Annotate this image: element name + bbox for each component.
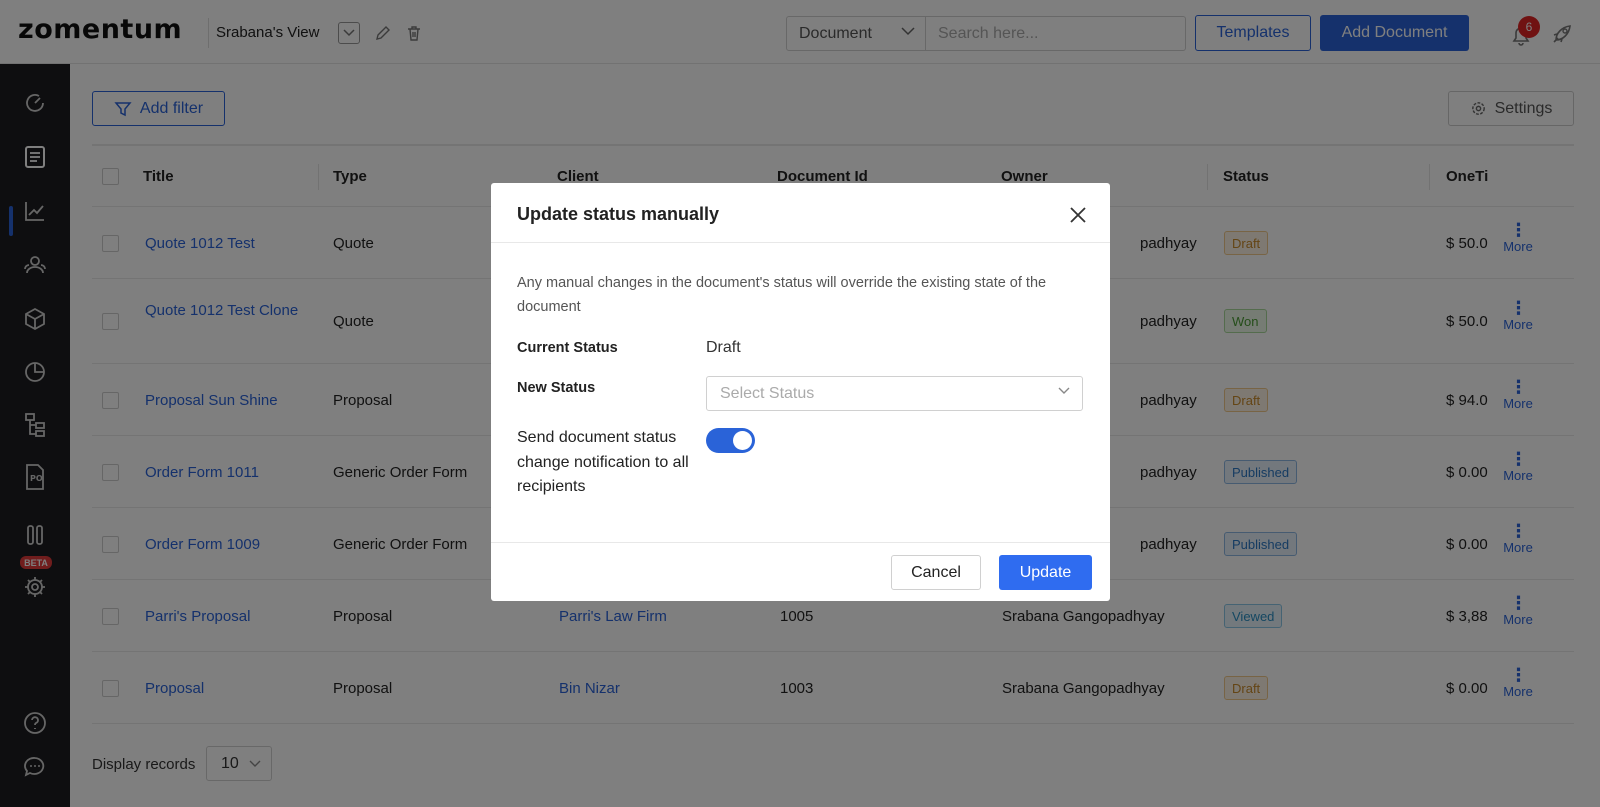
current-status-label: Current Status: [517, 340, 618, 356]
new-status-placeholder: Select Status: [720, 385, 815, 402]
current-status-value: Draft: [706, 339, 741, 356]
new-status-select[interactable]: Select Status: [706, 376, 1083, 411]
new-status-label: New Status: [517, 380, 596, 396]
chevron-down-icon: [1058, 387, 1070, 394]
close-icon[interactable]: [1068, 205, 1088, 225]
update-button[interactable]: Update: [999, 555, 1092, 590]
notify-recipients-toggle[interactable]: [706, 428, 755, 453]
modal-description: Any manual changes in the document's sta…: [517, 275, 1047, 315]
toggle-knob: [733, 431, 752, 450]
modal-header: Update status manually: [491, 183, 1110, 243]
update-status-modal: Update status manually Any manual change…: [491, 183, 1110, 601]
modal-title: Update status manually: [517, 204, 720, 224]
cancel-button[interactable]: Cancel: [891, 555, 981, 590]
notify-recipients-label: Send document status change notification…: [517, 429, 689, 495]
